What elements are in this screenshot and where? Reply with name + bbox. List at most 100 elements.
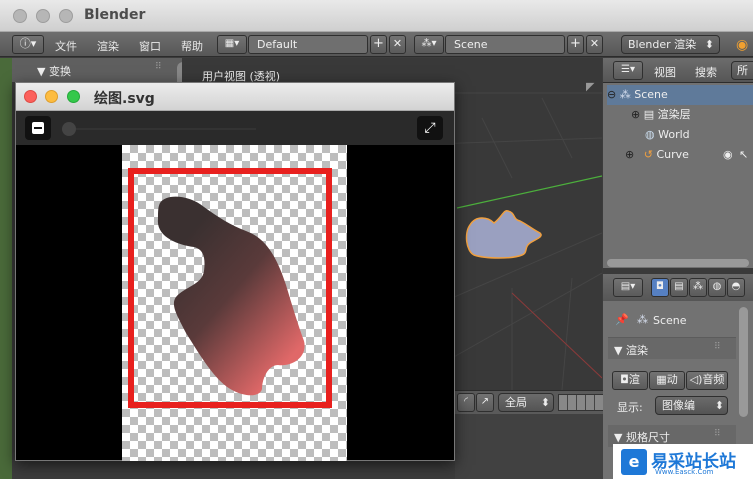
- outliner-editor-type-button[interactable]: ☰▾: [613, 61, 643, 80]
- film-icon: ▦: [656, 373, 667, 386]
- outliner-tree: ⊖ ⁂ Scene ⊕ ▤ 渲染层 ◍ World ⊕ ↺ Curve ◉ ↖ …: [603, 83, 753, 268]
- outliner-row-world[interactable]: ◍ World: [631, 125, 690, 145]
- world-tab-button[interactable]: ◍: [708, 278, 726, 297]
- scene-icon-button[interactable]: ⁂▾: [414, 35, 444, 54]
- menu-file[interactable]: 文件: [55, 38, 77, 54]
- display-mode-select[interactable]: 图像编 ⬍: [655, 396, 728, 415]
- close-window-button[interactable]: [13, 9, 27, 23]
- outliner-row-renderlayers[interactable]: ⊕ ▤ 渲染层: [631, 105, 691, 125]
- minus-icon: [32, 122, 44, 134]
- zoom-slider-track[interactable]: [76, 128, 256, 130]
- outliner-header: ☰▾ 视图 搜索 所: [603, 58, 753, 83]
- viewer-close-button[interactable]: [24, 90, 37, 103]
- viewer-minimize-button[interactable]: [45, 90, 58, 103]
- selectable-cursor-icon[interactable]: ↖: [739, 145, 748, 165]
- transform-orientation-select[interactable]: 全局 ⬍: [498, 393, 554, 412]
- viewport-header: ◜ ↗ 全局 ⬍: [455, 390, 605, 414]
- expand-icon: ⤢: [424, 120, 436, 136]
- menu-window[interactable]: 窗口: [139, 38, 161, 54]
- outliner-tab-view[interactable]: 视图: [654, 64, 676, 80]
- viewer-toolbar: ⤢: [16, 111, 454, 145]
- pin-icon[interactable]: 📌: [615, 313, 629, 326]
- curve-falloff-icon: ◜: [464, 396, 468, 407]
- zoom-window-button[interactable]: [59, 9, 73, 23]
- expand-icon[interactable]: ⊕: [631, 108, 640, 121]
- viewer-titlebar: 绘图.svg: [16, 83, 454, 111]
- zoom-out-button[interactable]: [25, 116, 51, 140]
- add-screen-button[interactable]: +: [370, 35, 387, 54]
- speaker-icon: ◁): [689, 373, 703, 386]
- outliner-icon: ☰▾: [621, 64, 635, 75]
- expand-icon[interactable]: ⊕: [625, 148, 634, 161]
- manipulator-button[interactable]: ↗: [476, 393, 494, 412]
- curve-icon: ↺: [643, 148, 653, 161]
- close-icon: ✕: [392, 37, 403, 50]
- watermark-url: Www.Easck.Com: [655, 468, 714, 476]
- screen-name-field[interactable]: Default: [248, 35, 368, 54]
- svg-viewer-window: 绘图.svg ⤢: [15, 82, 455, 461]
- drag-handle-icon[interactable]: ⠿: [155, 62, 162, 72]
- screen-layout-icon-button[interactable]: ▦▾: [217, 35, 247, 54]
- properties-editor-type-button[interactable]: ▤▾: [613, 278, 643, 297]
- outliner-scrollbar[interactable]: [607, 259, 749, 267]
- drag-handle-icon[interactable]: ⠿: [714, 342, 721, 352]
- display-label: 显示:: [617, 401, 643, 414]
- editor-type-info-button[interactable]: ⓘ▾: [12, 35, 44, 54]
- render-audio-button[interactable]: ◁)音频: [686, 371, 728, 390]
- orientation-value: 全局: [505, 396, 527, 409]
- dropdown-arrows-icon: ⬍: [540, 396, 550, 409]
- plus-icon: +: [373, 36, 384, 51]
- object-tab-button[interactable]: ◓: [727, 278, 745, 297]
- viewer-zoom-button[interactable]: [67, 90, 80, 103]
- collapse-icon[interactable]: ⊖: [607, 88, 616, 101]
- site-watermark: e 易采站长站 Www.Easck.Com: [613, 444, 753, 479]
- object-icon: ◓: [731, 281, 741, 292]
- outliner-row-curve[interactable]: ⊕ ↺ Curve ◉ ↖ ▣: [625, 145, 753, 165]
- svg-artwork: [128, 168, 332, 408]
- camera-icon: ◘: [656, 281, 664, 292]
- render-tab-button[interactable]: ◘: [651, 278, 669, 297]
- render-image-button[interactable]: ◘渲: [612, 371, 648, 390]
- properties-icon: ▤▾: [620, 281, 636, 292]
- window-titlebar: Blender: [0, 0, 753, 32]
- close-icon: ✕: [589, 37, 600, 50]
- viewer-title: 绘图.svg: [94, 91, 155, 107]
- render-engine-select[interactable]: Blender 渲染 ⬍: [621, 35, 720, 54]
- visibility-eye-icon[interactable]: ◉: [723, 145, 733, 165]
- properties-header: ▤▾ ◘ ▤ ⁂ ◍ ◓: [603, 274, 753, 301]
- outliner-display-select[interactable]: 所: [731, 61, 753, 80]
- menu-help[interactable]: 帮助: [181, 38, 203, 54]
- remove-screen-button[interactable]: ✕: [389, 35, 406, 54]
- outliner-tab-search[interactable]: 搜索: [695, 64, 717, 80]
- layout-grid-icon: ▦▾: [224, 38, 240, 49]
- watermark-logo-icon: e: [621, 449, 647, 475]
- viewport-corner-icon[interactable]: ◤: [586, 80, 594, 93]
- properties-scrollbar[interactable]: [739, 307, 748, 417]
- timeline-area: [455, 414, 605, 479]
- outliner-row-scene[interactable]: ⊖ ⁂ Scene: [607, 85, 753, 105]
- dropdown-arrows-icon: ⬍: [714, 399, 724, 412]
- selected-curve-object[interactable]: [464, 203, 564, 263]
- scene-name-field[interactable]: Scene: [445, 35, 565, 54]
- scene-tab-button[interactable]: ⁂: [689, 278, 707, 297]
- dropdown-arrows-icon: ⬍: [704, 38, 714, 51]
- remove-scene-button[interactable]: ✕: [586, 35, 603, 54]
- render-panel-header[interactable]: ▼ 渲染 ⠿: [608, 337, 736, 359]
- render-layers-icon: ▤: [643, 108, 655, 121]
- render-animation-button[interactable]: ▦动: [649, 371, 685, 390]
- menu-render[interactable]: 渲染: [97, 38, 119, 54]
- fullscreen-button[interactable]: ⤢: [417, 116, 443, 140]
- transform-panel-header[interactable]: ▼ 变换: [37, 63, 71, 79]
- zoom-slider-knob[interactable]: [62, 122, 76, 136]
- plus-icon: +: [570, 36, 581, 51]
- toolshelf-panel: ▼ 变换 ⠿: [12, 58, 189, 142]
- render-layers-tab-button[interactable]: ▤: [670, 278, 688, 297]
- svg-canvas: [122, 145, 347, 461]
- drag-handle-icon[interactable]: ⠿: [714, 429, 721, 439]
- layer-buttons[interactable]: [558, 394, 604, 411]
- proportional-edit-button[interactable]: ◜: [457, 393, 475, 412]
- add-scene-button[interactable]: +: [567, 35, 584, 54]
- world-icon: ◍: [645, 128, 655, 141]
- minimize-window-button[interactable]: [36, 9, 50, 23]
- desktop-edge: [0, 58, 12, 479]
